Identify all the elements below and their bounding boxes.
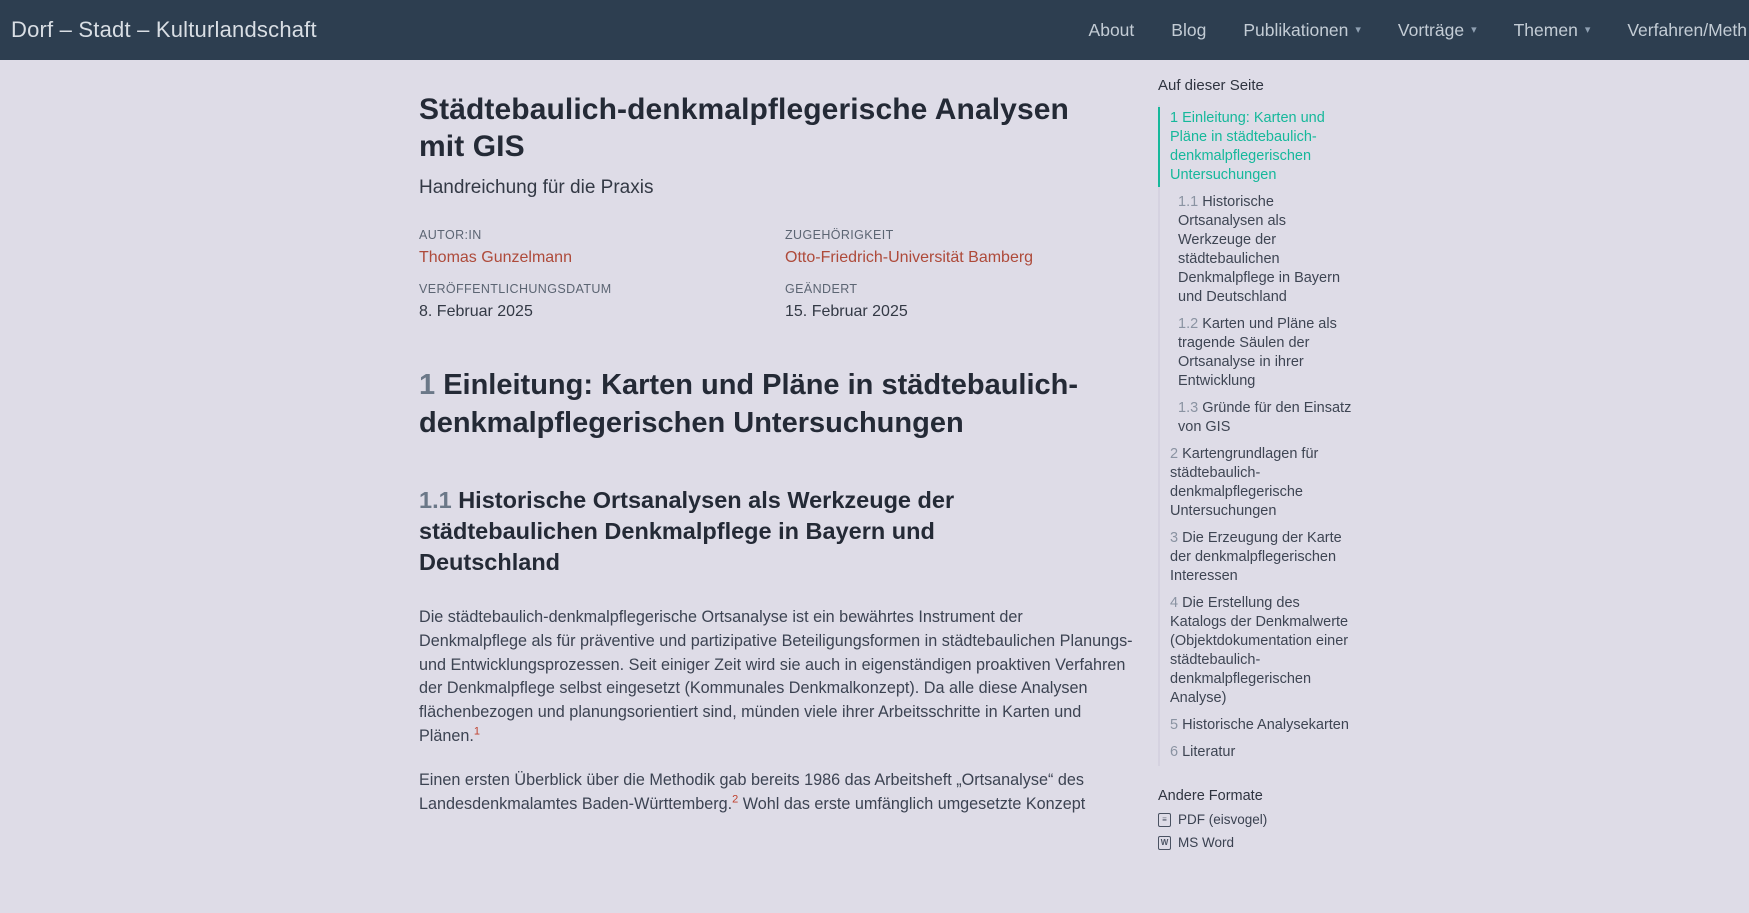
paragraph-2: Einen ersten Überblick über die Methodik…: [419, 769, 1135, 817]
pdf-file-icon: ≡: [1158, 813, 1171, 827]
toc-item-number: 2: [1170, 446, 1178, 462]
pdf-download-link[interactable]: ≡ PDF (eisvogel): [1158, 812, 1358, 827]
chevron-down-icon: ▾: [1355, 25, 1361, 36]
toc-item-number: 1.2: [1178, 316, 1198, 332]
section-number: 1.1: [419, 487, 452, 513]
nav-item-label: About: [1089, 20, 1135, 41]
meta-affiliation-label: ZUGEHÖRIGKEIT: [785, 228, 1135, 242]
toc-item-label: Karten und Pläne als tragende Säulen der…: [1178, 316, 1337, 389]
paragraph-text: Wohl das erste umfänglich umgesetzte Kon…: [738, 795, 1085, 813]
modified-date: 15. Februar 2025: [785, 303, 1135, 321]
toc-item-number: 5: [1170, 717, 1178, 733]
meta-author: AUTOR:IN Thomas Gunzelmann: [419, 228, 785, 267]
section-heading-1: 1 Einleitung: Karten und Pläne in städte…: [419, 366, 1119, 442]
toc-sidebar: Auf dieser Seite 1 Einleitung: Karten un…: [1158, 77, 1358, 850]
toc-item-label: Literatur: [1178, 744, 1235, 760]
toc-item-label: Die Erzeugung der Karte der denkmalpfleg…: [1170, 530, 1342, 584]
toc-item[interactable]: 6 Literatur: [1160, 739, 1358, 766]
nav-item-themen[interactable]: Themen ▾: [1514, 20, 1591, 41]
nav-item-label: Verfahren/Meth: [1627, 20, 1747, 41]
toc-item[interactable]: 1.3 Gründe für den Einsatz von GIS: [1160, 395, 1358, 441]
nav-item-about[interactable]: About: [1089, 20, 1135, 41]
word-file-icon: W: [1158, 836, 1171, 850]
meta-modified: GEÄNDERT 15. Februar 2025: [785, 282, 1135, 321]
format-links: ≡ PDF (eisvogel) W MS Word: [1158, 812, 1358, 850]
top-navbar: Dorf – Stadt – Kulturlandschaft About Blo…: [0, 0, 1749, 60]
word-download-link[interactable]: W MS Word: [1158, 835, 1358, 850]
toc-item-label: Gründe für den Einsatz von GIS: [1178, 400, 1351, 435]
toc-item-label: Historische Ortsanalysen als Werkzeuge d…: [1178, 194, 1340, 305]
paragraph-text: Die städtebaulich-denkmalpflegerische Or…: [419, 608, 1133, 745]
chevron-down-icon: ▾: [1585, 25, 1591, 36]
nav-item-blog[interactable]: Blog: [1171, 20, 1206, 41]
published-date: 8. Februar 2025: [419, 303, 785, 321]
section-number: 1: [419, 369, 435, 401]
toc-item-number: 1.3: [1178, 400, 1198, 416]
toc-heading: Auf dieser Seite: [1158, 77, 1358, 94]
toc-item-number: 6: [1170, 744, 1178, 760]
page-subtitle: Handreichung für die Praxis: [419, 177, 1135, 199]
toc-item[interactable]: 1 Einleitung: Karten und Pläne in städte…: [1160, 105, 1358, 189]
toc-item-number: 3: [1170, 530, 1178, 546]
toc-item[interactable]: 1.2 Karten und Pläne als tragende Säulen…: [1160, 311, 1358, 395]
toc-item[interactable]: 1.1 Historische Ortsanalysen als Werkzeu…: [1160, 189, 1358, 311]
toc-item-label: Kartengrundlagen für städtebaulich-denkm…: [1170, 446, 1318, 519]
format-link-label: MS Word: [1178, 835, 1234, 850]
toc-item-label: Die Erstellung des Katalogs der Denkmalw…: [1170, 595, 1348, 706]
nav-item-vortr-ge[interactable]: Vorträge ▾: [1398, 20, 1477, 41]
main-navigation: AboutBlogPublikationen▾Vorträge▾Themen▾V…: [1089, 20, 1749, 41]
article-main: Städtebaulich-denkmalpflegerische Analys…: [419, 60, 1135, 816]
footnote-ref-1[interactable]: 1: [474, 726, 480, 738]
nav-item-verfahren-meth[interactable]: Verfahren/Meth: [1627, 20, 1747, 41]
section-heading-1-1: 1.1 Historische Ortsanalysen als Werkzeu…: [419, 485, 1039, 578]
toc-item-label: Einleitung: Karten und Pläne in städteba…: [1170, 110, 1325, 183]
toc-item[interactable]: 5 Historische Analysekarten: [1160, 712, 1358, 739]
meta-published: VERÖFFENTLICHUNGSDATUM 8. Februar 2025: [419, 282, 785, 321]
toc-item-number: 1: [1170, 110, 1178, 126]
nav-item-label: Publikationen: [1243, 20, 1348, 41]
site-brand[interactable]: Dorf – Stadt – Kulturlandschaft: [11, 17, 317, 43]
nav-item-label: Themen: [1514, 20, 1578, 41]
nav-item-publikationen[interactable]: Publikationen ▾: [1243, 20, 1361, 41]
meta-modified-label: GEÄNDERT: [785, 282, 1135, 296]
toc-item[interactable]: 4 Die Erstellung des Katalogs der Denkma…: [1160, 590, 1358, 712]
toc-item-number: 1.1: [1178, 194, 1198, 210]
toc-item-number: 4: [1170, 595, 1178, 611]
page-title: Städtebaulich-denkmalpflegerische Analys…: [419, 91, 1111, 165]
nav-item-label: Blog: [1171, 20, 1206, 41]
section-heading-text: Historische Ortsanalysen als Werkzeuge d…: [419, 487, 954, 575]
meta-published-label: VERÖFFENTLICHUNGSDATUM: [419, 282, 785, 296]
paragraph-1: Die städtebaulich-denkmalpflegerische Or…: [419, 606, 1135, 749]
toc-item[interactable]: 3 Die Erzeugung der Karte der denkmalpfl…: [1160, 525, 1358, 590]
author-link[interactable]: Thomas Gunzelmann: [419, 249, 572, 266]
chevron-down-icon: ▾: [1471, 25, 1477, 36]
other-formats: Andere Formate ≡ PDF (eisvogel) W MS Word: [1158, 788, 1358, 850]
section-heading-text: Einleitung: Karten und Pläne in städteba…: [419, 369, 1078, 439]
meta-author-label: AUTOR:IN: [419, 228, 785, 242]
meta-affiliation: ZUGEHÖRIGKEIT Otto-Friedrich-Universität…: [785, 228, 1135, 267]
toc-list: 1 Einleitung: Karten und Pläne in städte…: [1158, 105, 1358, 766]
affiliation-link[interactable]: Otto-Friedrich-Universität Bamberg: [785, 249, 1033, 266]
article-meta: AUTOR:IN Thomas Gunzelmann ZUGEHÖRIGKEIT…: [419, 228, 1135, 321]
format-link-label: PDF (eisvogel): [1178, 812, 1267, 827]
toc-item[interactable]: 2 Kartengrundlagen für städtebaulich-den…: [1160, 441, 1358, 525]
nav-item-label: Vorträge: [1398, 20, 1464, 41]
other-formats-heading: Andere Formate: [1158, 788, 1358, 804]
toc-item-label: Historische Analysekarten: [1178, 717, 1349, 733]
